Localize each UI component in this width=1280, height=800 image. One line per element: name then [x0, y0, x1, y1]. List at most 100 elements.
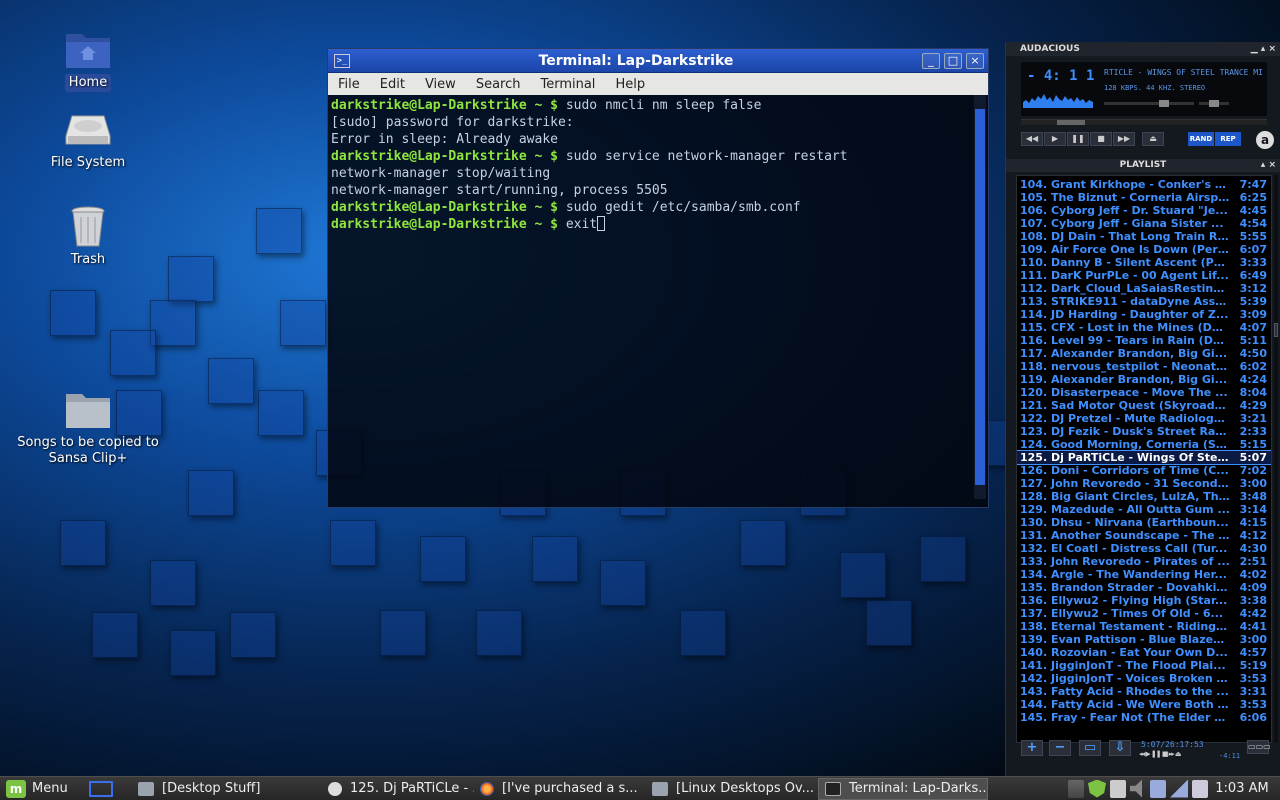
stop-button[interactable]: ■: [1090, 132, 1112, 146]
menu-terminal[interactable]: Terminal: [530, 77, 605, 92]
audacious-logo-icon[interactable]: a: [1256, 131, 1274, 149]
playlist-list[interactable]: 104. Grant Kirkhope - Conker's B... 7:47 1…: [1016, 175, 1272, 743]
playlist-row[interactable]: 139. Evan Pattison - Blue Blazes... 3:00: [1017, 633, 1271, 646]
playlist-row[interactable]: 142. JigginJonT - Voices Broken (... 3:53: [1017, 672, 1271, 685]
audacious-player[interactable]: AUDACIOUS ▁ ▴ × - 4: 1 1 RTICLE - WINGS …: [1005, 42, 1280, 159]
maximize-button[interactable]: □: [944, 52, 962, 69]
playlist-row[interactable]: 141. JigginJonT - The Flood Plai... 5:19: [1017, 659, 1271, 672]
minimize-button[interactable]: _: [922, 52, 940, 69]
playlist-row[interactable]: 123. DJ Fezik - Dusk's Street Rac... 2:33: [1017, 425, 1271, 438]
playlist-row[interactable]: 130. Dhsu - Nirvana (Earthboun... 4:15: [1017, 516, 1271, 529]
menu-help[interactable]: Help: [605, 77, 655, 92]
playlist-row[interactable]: 105. The Biznut - Corneria Airsp... 6:25: [1017, 191, 1271, 204]
playlist-row[interactable]: 134. Argle - The Wandering Her... 4:02: [1017, 568, 1271, 581]
clipboard-icon[interactable]: [1068, 779, 1084, 798]
playlist-title-bar[interactable]: PLAYLIST ▴ ×: [1006, 159, 1280, 172]
playlist-row[interactable]: 122. DJ Pretzel - Mute Radiology... 3:21: [1017, 412, 1271, 425]
playlist-row[interactable]: 108. DJ Dain - That Long Train R... 5:55: [1017, 230, 1271, 243]
playlist-row[interactable]: 140. Rozovian - Eat Your Own D... 4:57: [1017, 646, 1271, 659]
window-controls[interactable]: ▴ ×: [1261, 159, 1276, 172]
pause-button[interactable]: ❚❚: [1067, 132, 1089, 146]
task-terminal[interactable]: Terminal: Lap-Darks...: [818, 777, 988, 800]
playlist-row[interactable]: 117. Alexander Brandon, Big Gi... 4:50: [1017, 347, 1271, 360]
audacious-title-bar[interactable]: AUDACIOUS ▁ ▴ ×: [1006, 42, 1280, 56]
playlist-row[interactable]: 121. Sad Motor Quest (Skyroads... 4:29: [1017, 399, 1271, 412]
playlist-row-current[interactable]: 125. Dj PaRTiCLe - Wings Of Ste... 5:07: [1017, 450, 1271, 465]
playlist-row[interactable]: 124. Good Morning, Corneria (St... 5:15: [1017, 438, 1271, 451]
volume-icon[interactable]: [1130, 779, 1142, 798]
signal-strength-icon[interactable]: [1170, 779, 1188, 798]
playlist-row[interactable]: 110. Danny B - Silent Ascent (Pe... 3:33: [1017, 256, 1271, 269]
clock[interactable]: 1:03 AM: [1212, 781, 1272, 796]
task-audacious[interactable]: 125. Dj PaRTiCLe - ...: [322, 778, 474, 800]
mini-controls[interactable]: ◂◂ ▶ ❚❚ ■ ▸▸ ⏏: [1139, 750, 1182, 758]
playlist-row[interactable]: 119. Alexander Brandon, Big Gi... 4:24: [1017, 373, 1271, 386]
playlist-row[interactable]: 143. Fatty Acid - Rhodes to the ... 3:31: [1017, 685, 1271, 698]
balance-slider[interactable]: [1199, 100, 1229, 107]
playlist-row[interactable]: 112. Dark_Cloud_LaSaiasResting... 3:12: [1017, 282, 1271, 295]
misc-button[interactable]: ⇩: [1109, 740, 1131, 756]
close-button[interactable]: ×: [966, 52, 984, 69]
playlist-row[interactable]: 106. Cyborg Jeff - Dr. Stuard "Je... 4:45: [1017, 204, 1271, 217]
playlist-row[interactable]: 111. DarK PurPLe - 00 Agent Lif... 6:49: [1017, 269, 1271, 282]
playlist-row[interactable]: 129. Mazedude - All Outta Gum ... 3:14: [1017, 503, 1271, 516]
window-controls[interactable]: ▁ ▴ ×: [1251, 42, 1276, 56]
select-button[interactable]: ▭: [1079, 740, 1101, 756]
menu-edit[interactable]: Edit: [370, 77, 415, 92]
playlist-row[interactable]: 136. Ellywu2 - Flying High (Star... 3:38: [1017, 594, 1271, 607]
playlist-row[interactable]: 127. John Revoredo - 31 Seconds... 3:00: [1017, 477, 1271, 490]
playlist-scrollbar[interactable]: [1274, 175, 1278, 743]
seek-bar[interactable]: [1021, 119, 1267, 125]
playlist-row[interactable]: 115. CFX - Lost in the Mines (De... 4:07: [1017, 321, 1271, 334]
playlist-row[interactable]: 138. Eternal Testament - Riding ... 4:41: [1017, 620, 1271, 633]
playlist-row[interactable]: 126. Doni - Corridors of Time (C... 7:02: [1017, 464, 1271, 477]
remove-button[interactable]: −: [1049, 740, 1071, 756]
playlist-row[interactable]: 114. JD Harding - Daughter of Z... 3:09: [1017, 308, 1271, 321]
playlist-row[interactable]: 132. El Coatl - Distress Call (Tur... 4:3…: [1017, 542, 1271, 555]
playlist-row[interactable]: 113. STRIKE911 - dataDyne Assa... 5:39: [1017, 295, 1271, 308]
menu-file[interactable]: File: [328, 77, 370, 92]
show-desktop-button[interactable]: [82, 778, 120, 800]
playlist-row[interactable]: 131. Another Soundscape - The ... 4:12: [1017, 529, 1271, 542]
volume-slider[interactable]: [1104, 100, 1194, 107]
playlist-row[interactable]: 116. Level 99 - Tears in Rain (De... 5:11: [1017, 334, 1271, 347]
menu-search[interactable]: Search: [466, 77, 531, 92]
start-menu-button[interactable]: m Menu: [0, 779, 82, 798]
desktop-icon-file-system[interactable]: File System: [13, 108, 163, 172]
shield-icon[interactable]: [1088, 779, 1106, 798]
task-firefox[interactable]: [I've purchased a s...: [474, 778, 646, 800]
battery-icon[interactable]: [1192, 779, 1208, 798]
previous-button[interactable]: ◀◀: [1021, 132, 1043, 146]
task-desktop-stuff[interactable]: [Desktop Stuff]: [132, 778, 322, 800]
list-options-button[interactable]: ▭▭▭: [1247, 740, 1271, 754]
playlist-row[interactable]: 145. Fray - Fear Not (The Elder S... 6:06: [1017, 711, 1271, 724]
repeat-toggle[interactable]: REP: [1215, 132, 1241, 146]
playlist-row[interactable]: 120. Disasterpeace - Move The ... 8:04: [1017, 386, 1271, 399]
play-button[interactable]: ▶: [1044, 132, 1066, 146]
eject-button[interactable]: ⏏: [1142, 132, 1164, 146]
add-button[interactable]: +: [1021, 740, 1043, 756]
playlist-row[interactable]: 144. Fatty Acid - We Were Both ... 3:53: [1017, 698, 1271, 711]
playlist-row[interactable]: 107. Cyborg Jeff - Giana Sister ... 4:54: [1017, 217, 1271, 230]
desktop-icon-home[interactable]: Home: [13, 28, 163, 92]
playlist-row[interactable]: 137. Ellywu2 - Times Of Old - 6... 4:42: [1017, 607, 1271, 620]
scrollbar-thumb[interactable]: [1274, 323, 1278, 337]
playlist-row[interactable]: 109. Air Force One Is Down (Perf... 6:07: [1017, 243, 1271, 256]
network-icon[interactable]: [1150, 779, 1166, 798]
playlist-row[interactable]: 128. Big Giant Circles, LulzA, Th... 3:48: [1017, 490, 1271, 503]
playlist-row[interactable]: 135. Brandon Strader - Dovahkii... 4:09: [1017, 581, 1271, 594]
task-linux-desktops[interactable]: [Linux Desktops Ov...: [646, 778, 818, 800]
terminal-title-bar[interactable]: >_ Terminal: Lap-Darkstrike _ □ ×: [328, 49, 988, 73]
desktop-icon-songs-folder[interactable]: Songs to be copied to Sansa Clip+: [13, 388, 163, 468]
playlist-row[interactable]: 118. nervous_testpilot - Neonatu... 6:02: [1017, 360, 1271, 373]
terminal-window[interactable]: >_ Terminal: Lap-Darkstrike _ □ × File E…: [327, 48, 989, 508]
terminal-output[interactable]: darkstrike@Lap-Darkstrike ~ $ sudo nmcli…: [328, 95, 974, 499]
scrollbar-thumb[interactable]: [975, 109, 985, 485]
playlist-window[interactable]: PLAYLIST ▴ × 104. Grant Kirkhope - Conke…: [1005, 159, 1280, 776]
terminal-scrollbar[interactable]: [974, 95, 986, 499]
desktop-icon-trash[interactable]: Trash: [13, 205, 163, 269]
playlist-row[interactable]: 104. Grant Kirkhope - Conker's B... 7:47: [1017, 178, 1271, 191]
shuffle-toggle[interactable]: RAND: [1188, 132, 1214, 146]
update-icon[interactable]: [1110, 779, 1126, 798]
playlist-row[interactable]: 133. John Revoredo - Pirates of ... 2:51: [1017, 555, 1271, 568]
